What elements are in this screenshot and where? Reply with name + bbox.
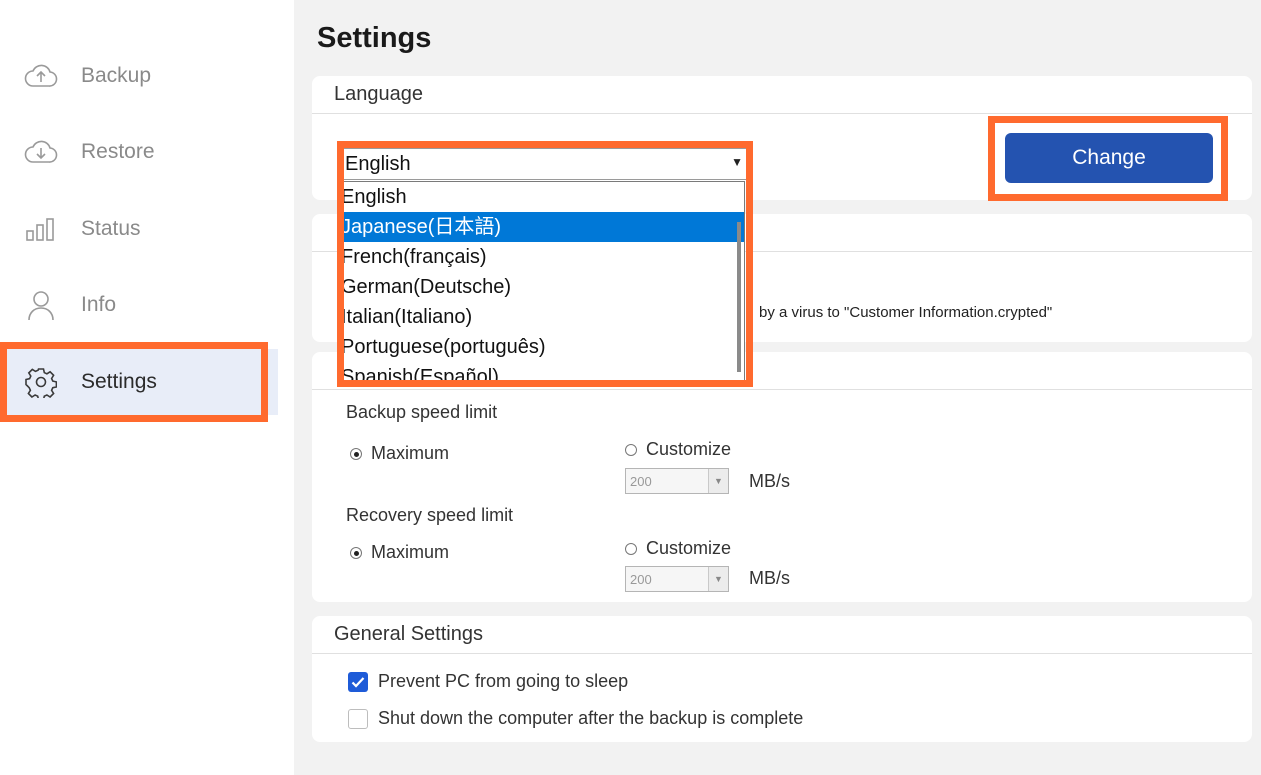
radio-label: Customize — [646, 439, 732, 459]
sidebar-item-backup[interactable]: Backup — [0, 43, 278, 109]
shutdown-after-backup-checkbox[interactable]: Shut down the computer after the backup … — [348, 708, 803, 729]
backup-speed-select[interactable]: 200 ▼ — [625, 468, 729, 494]
backup-maximum-radio[interactable]: Maximum — [350, 443, 449, 464]
recovery-maximum-radio[interactable]: Maximum — [350, 542, 449, 563]
sidebar-item-restore[interactable]: Restore — [0, 119, 278, 185]
highlight-box-settings — [0, 342, 268, 422]
checkbox-box — [348, 708, 368, 729]
recovery-speed-label: Recovery speed limit — [346, 505, 514, 525]
general-settings-header: General Settings — [312, 616, 1252, 654]
sidebar-item-label: Status — [81, 217, 141, 240]
recovery-customize-radio[interactable]: Customize — [625, 538, 731, 559]
page-title: Settings — [317, 22, 432, 54]
backup-customize-radio[interactable]: Customize — [625, 439, 731, 460]
cloud-upload-icon — [24, 59, 58, 93]
sidebar-item-info[interactable]: Info — [0, 272, 278, 338]
backup-speed-label: Backup speed limit — [346, 402, 498, 422]
recovery-speed-unit: MB/s — [749, 568, 791, 588]
cloud-download-icon — [24, 135, 58, 169]
speed-value: 200 — [630, 571, 652, 587]
radio-dot — [625, 542, 637, 555]
protection-description: by a virus to "Customer Information.cryp… — [759, 304, 1053, 321]
highlight-box-language-dropdown — [337, 141, 753, 387]
sidebar-item-label: Backup — [81, 64, 152, 87]
radio-label: Maximum — [371, 542, 450, 562]
radio-dot — [625, 443, 637, 456]
sidebar-item-label: Restore — [81, 140, 155, 163]
highlight-box-change-button — [988, 116, 1228, 201]
checkmark-icon — [348, 671, 368, 692]
radio-dot — [350, 546, 362, 559]
user-icon — [24, 288, 58, 322]
sidebar-item-label: Info — [81, 293, 117, 316]
chevron-down-icon: ▼ — [708, 469, 728, 493]
checkbox-label: Prevent PC from going to sleep — [378, 671, 629, 691]
radio-label: Customize — [646, 538, 732, 558]
radio-label: Maximum — [371, 443, 450, 463]
checkbox-label: Shut down the computer after the backup … — [378, 708, 804, 728]
prevent-sleep-checkbox[interactable]: Prevent PC from going to sleep — [348, 671, 628, 692]
recovery-speed-select[interactable]: 200 ▼ — [625, 566, 729, 592]
speed-value: 200 — [630, 473, 652, 489]
chevron-down-icon: ▼ — [708, 567, 728, 591]
radio-dot — [350, 447, 362, 460]
sidebar-item-status[interactable]: Status — [0, 196, 278, 262]
bar-chart-icon — [24, 212, 58, 246]
language-header: Language — [312, 76, 1252, 114]
backup-speed-unit: MB/s — [749, 471, 791, 491]
